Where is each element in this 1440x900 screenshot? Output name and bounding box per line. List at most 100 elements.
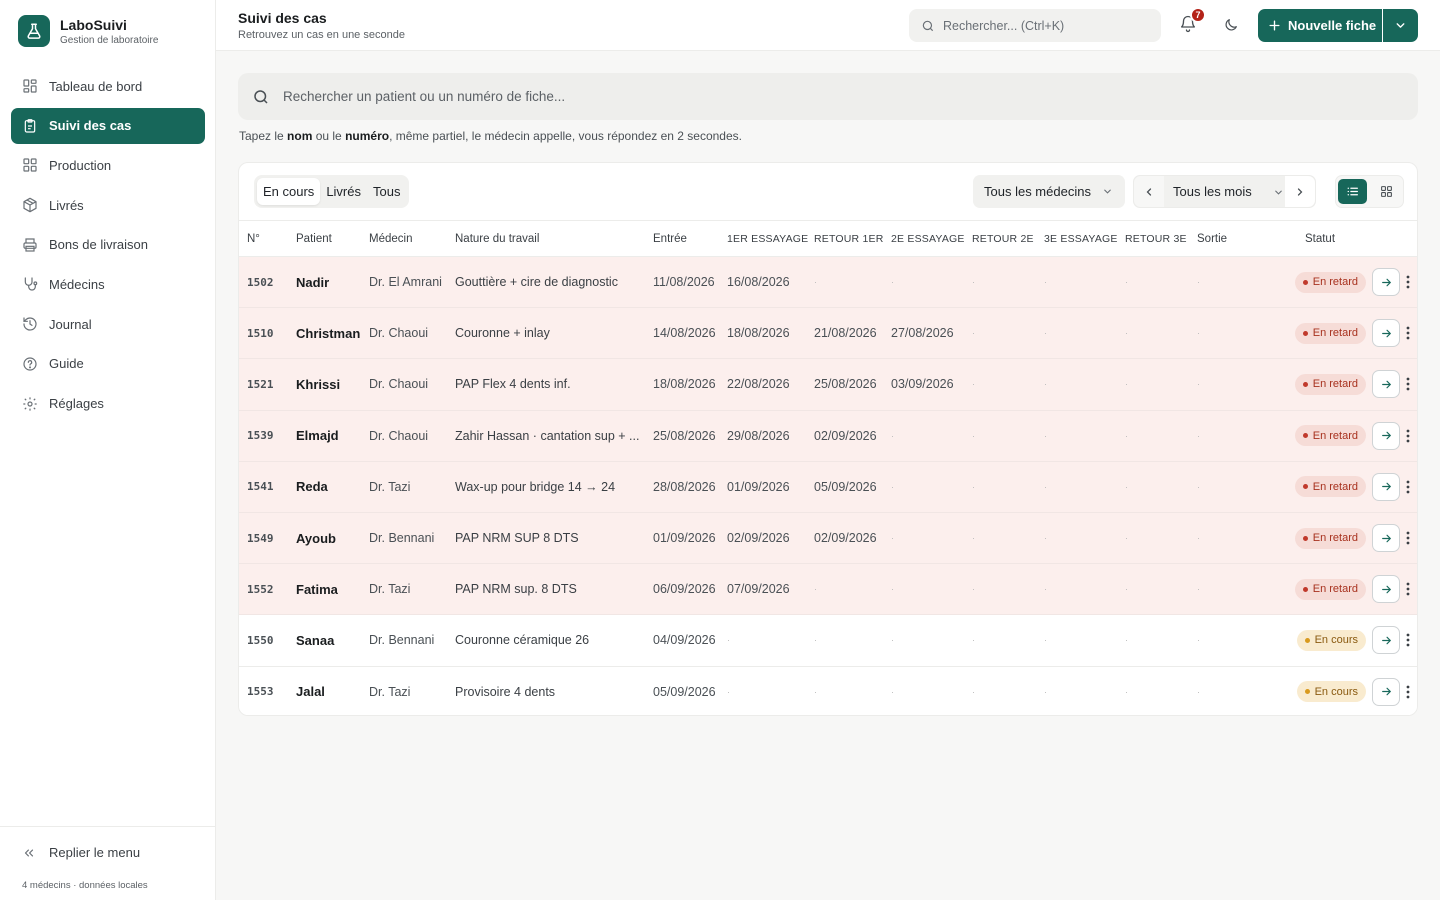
open-case-button[interactable] (1372, 319, 1400, 348)
column-header[interactable]: Entrée (653, 220, 727, 257)
sidebar-item-medecins[interactable]: Médecins (11, 266, 205, 302)
cell-num: 1550 (239, 614, 296, 667)
cell-menu (1400, 410, 1417, 462)
sidebar-item-tableau-de-bord[interactable]: Tableau de bord (11, 68, 205, 104)
column-header[interactable]: Sortie (1197, 220, 1257, 257)
cell-patient: Reda (296, 461, 369, 513)
medecin-filter-select[interactable]: Tous les médecins (973, 175, 1125, 208)
more-vertical-icon[interactable] (1400, 322, 1416, 344)
cell-e2: · (891, 512, 972, 565)
cell-medecin: Dr. Tazi (369, 461, 455, 513)
open-case-button[interactable] (1372, 626, 1400, 655)
collapse-menu-label: Replier le menu (49, 845, 141, 860)
cell-e1: 18/08/2026 (727, 307, 814, 360)
table-row[interactable]: 1550 Sanaa Dr. Bennani Couronne céramique 2… (239, 614, 1417, 667)
cell-entree: 06/09/2026 (653, 563, 727, 616)
previous-month-button[interactable] (1134, 176, 1164, 207)
cell-r2: · (972, 512, 1044, 565)
column-header[interactable]: Nature du travail (455, 220, 653, 257)
cell-medecin: Dr. Tazi (369, 563, 455, 616)
open-case-button[interactable] (1372, 524, 1400, 553)
more-vertical-icon[interactable] (1400, 681, 1416, 703)
cell-sortie: · (1197, 256, 1257, 309)
column-header[interactable]: RETOUR 2E (972, 220, 1044, 257)
new-record-button[interactable]: Nouvelle fiche (1258, 9, 1382, 42)
list-view-button[interactable] (1338, 179, 1367, 204)
notification-badge: 7 (1190, 7, 1206, 23)
column-header[interactable]: 1ER ESSAYAGE (727, 220, 814, 257)
more-vertical-icon[interactable] (1400, 578, 1416, 600)
column-header[interactable]: Patient (296, 220, 369, 257)
open-case-button[interactable] (1372, 370, 1400, 399)
sidebar-item-suivi-des-cas[interactable]: Suivi des cas (11, 107, 205, 144)
column-header[interactable]: 2E ESSAYAGE (891, 220, 972, 257)
status-label: En retard (1312, 532, 1358, 545)
open-case-button[interactable] (1372, 268, 1400, 297)
table-row[interactable]: 1541 Reda Dr. Tazi Wax-up pour bridge 14 → … (239, 461, 1417, 513)
table-row[interactable]: 1552 Fatima Dr. Tazi PAP NRM sup. 8 DTS 06/0… (239, 563, 1417, 616)
table-row[interactable]: 1510 Christman Dr. Chaoui Couronne + inlay 1… (239, 307, 1417, 360)
sidebar-item-livres[interactable]: Livrés (11, 187, 205, 223)
more-vertical-icon[interactable] (1400, 527, 1416, 549)
flask-icon[interactable] (18, 15, 50, 47)
arrow-right-icon (1380, 429, 1393, 442)
more-vertical-icon[interactable] (1400, 476, 1416, 498)
new-record-dropdown-button[interactable] (1383, 9, 1418, 42)
cell-medecin: Dr. El Amrani (369, 256, 455, 309)
column-header[interactable]: Médecin (369, 220, 455, 257)
more-vertical-icon[interactable] (1400, 373, 1416, 395)
table-row[interactable]: 1553 Jalal Dr. Tazi Provisoire 4 dents 05/09… (239, 666, 1417, 715)
cell-e1: 22/08/2026 (727, 358, 814, 411)
case-search-input[interactable]: Rechercher un patient ou un numéro de fi… (238, 73, 1418, 120)
cell-open (1366, 307, 1400, 360)
tab-en-cours[interactable]: En cours (257, 178, 321, 205)
sidebar-item-journal[interactable]: Journal (11, 306, 205, 342)
cell-sortie: · (1197, 461, 1257, 513)
next-month-button[interactable] (1285, 176, 1315, 207)
status-dot (1302, 433, 1308, 439)
sidebar-item-guide[interactable]: Guide (11, 346, 205, 382)
collapse-menu-button[interactable]: Replier le menu (22, 845, 140, 860)
open-case-button[interactable] (1372, 575, 1400, 604)
table-row[interactable]: 1549 Ayoub Dr. Bennani PAP NRM SUP 8 DTS 01/… (239, 512, 1417, 565)
arrow-right-icon (1380, 634, 1393, 647)
cell-e1: 07/09/2026 (727, 563, 814, 616)
cell-statut: En cours (1257, 614, 1366, 667)
cell-e1: 16/08/2026 (727, 256, 814, 309)
status-badge: En retard (1294, 322, 1366, 344)
month-filter-value[interactable]: Tous les mois (1173, 184, 1252, 199)
sidebar-footer: Replier le menu 4 médecins · données loc… (0, 826, 215, 891)
more-vertical-icon[interactable] (1400, 271, 1416, 293)
column-header[interactable]: RETOUR 1ER (814, 220, 891, 257)
table-row[interactable]: 1539 Elmajd Dr. Chaoui Zahir Hassan · canta… (239, 410, 1417, 462)
list-icon (1346, 185, 1359, 198)
column-header[interactable]: Statut (1257, 220, 1366, 257)
cell-sortie: · (1197, 666, 1257, 715)
more-vertical-icon[interactable] (1400, 629, 1416, 651)
cell-r3: · (1125, 307, 1197, 360)
chevron-down-icon (1273, 187, 1284, 198)
tab-livres[interactable]: Livrés (320, 178, 367, 205)
new-record-label: Nouvelle fiche (1288, 18, 1377, 33)
moon-icon[interactable] (1223, 17, 1239, 33)
tab-tous[interactable]: Tous (367, 178, 406, 205)
sidebar-item-production[interactable]: Production (11, 147, 205, 183)
column-header[interactable]: 3E ESSAYAGE (1044, 220, 1125, 257)
cell-menu (1400, 256, 1417, 309)
cell-open (1366, 666, 1400, 715)
open-case-button[interactable] (1372, 677, 1400, 706)
grid-view-button[interactable] (1372, 179, 1401, 204)
open-case-button[interactable] (1372, 472, 1400, 501)
cell-r1: 02/09/2026 (814, 512, 891, 565)
sidebar-item-reglages[interactable]: Réglages (11, 386, 205, 422)
column-header[interactable]: RETOUR 3E (1125, 220, 1197, 257)
more-vertical-icon[interactable] (1400, 425, 1416, 447)
cell-nature: Couronne + inlay (455, 307, 653, 360)
table-row[interactable]: 1502 Nadir Dr. El Amrani Gouttière + cire d… (239, 256, 1417, 309)
open-case-button[interactable] (1372, 421, 1400, 450)
status-badge: En retard (1294, 373, 1366, 395)
column-header[interactable]: N° (239, 220, 296, 257)
table-row[interactable]: 1521 Khrissi Dr. Chaoui PAP Flex 4 dents in… (239, 358, 1417, 411)
sidebar-item-bons-de-livraison[interactable]: Bons de livraison (11, 227, 205, 263)
global-search-input[interactable]: Rechercher... (Ctrl+K) (909, 9, 1161, 42)
